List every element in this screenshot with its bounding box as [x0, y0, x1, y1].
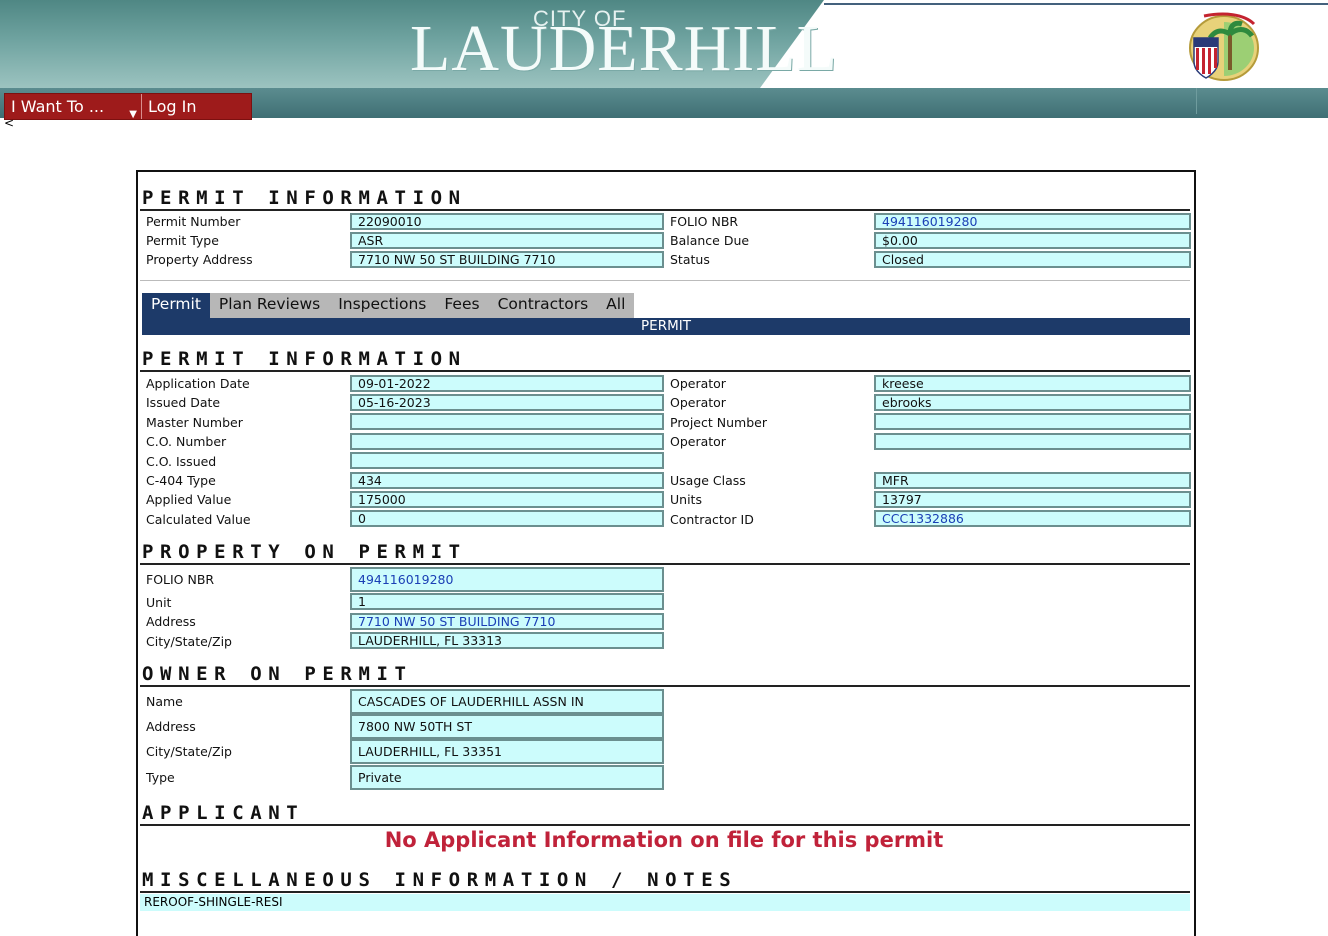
- detail-title: PERMIT INFORMATION: [142, 348, 467, 370]
- tab-contractors[interactable]: Contractors: [488, 293, 598, 318]
- operator-label: Operator: [670, 395, 726, 410]
- tab-inspections[interactable]: Inspections: [329, 293, 436, 318]
- menu-bar-divider: [1196, 88, 1197, 114]
- i-want-to-menu[interactable]: I Want To ... ▼: [5, 94, 142, 120]
- caret-down-icon: ▼: [129, 109, 137, 120]
- usage-class-value: MFR: [874, 472, 1191, 489]
- co-number-value: [350, 433, 664, 450]
- permit-type-value: ASR: [350, 232, 664, 249]
- permit-info-title: PERMIT INFORMATION: [142, 187, 467, 209]
- property-address-link[interactable]: 7710 NW 50 ST BUILDING 7710: [350, 613, 664, 630]
- divider: [140, 280, 1190, 281]
- permit-panel: PERMIT INFORMATION Permit Number 2209001…: [136, 170, 1196, 936]
- c404-type-label: C-404 Type: [146, 473, 216, 488]
- misc-title: MISCELLANEOUS INFORMATION / NOTES: [142, 869, 738, 891]
- owner-address-value: 7800 NW 50TH ST: [350, 714, 664, 739]
- issued-date-label: Issued Date: [146, 395, 221, 410]
- project-number-label: Project Number: [670, 415, 767, 430]
- owner-title: OWNER ON PERMIT: [142, 663, 413, 685]
- units-label: Units: [670, 492, 702, 507]
- operator-value: ebrooks: [874, 394, 1191, 411]
- applied-value-value: 175000: [350, 491, 664, 508]
- property-address-label: Property Address: [146, 252, 253, 267]
- property-address-value: 7710 NW 50 ST BUILDING 7710: [350, 251, 664, 268]
- calculated-value-value: 0: [350, 510, 664, 527]
- usage-class-label: Usage Class: [670, 473, 746, 488]
- property-title: PROPERTY ON PERMIT: [142, 541, 467, 563]
- status-label: Status: [670, 252, 710, 267]
- owner-name-value: CASCADES OF LAUDERHILL ASSN IN: [350, 689, 664, 714]
- applied-value-label: Applied Value: [146, 492, 232, 507]
- section-rule: [140, 370, 1190, 372]
- logo-lauderhill[interactable]: LAUDERHILL: [410, 14, 838, 84]
- section-rule: [140, 824, 1190, 826]
- property-folio-link[interactable]: 494116019280: [350, 567, 664, 592]
- application-date-value: 09-01-2022: [350, 375, 664, 392]
- applicant-title: APPLICANT: [142, 802, 305, 824]
- co-issued-value: [350, 452, 664, 469]
- master-number-value: [350, 413, 664, 430]
- operator-value: [874, 433, 1191, 450]
- operator-label: Operator: [670, 376, 726, 391]
- permit-tabs: Permit Plan Reviews Inspections Fees Con…: [142, 293, 635, 318]
- property-address-label: Address: [146, 614, 196, 629]
- tab-all[interactable]: All: [597, 293, 635, 318]
- section-rule: [140, 209, 1190, 211]
- owner-type-label: Type: [146, 770, 175, 785]
- no-applicant-message: No Applicant Information on file for thi…: [384, 828, 944, 852]
- project-number-value: [874, 413, 1191, 430]
- city-seal-icon: [1189, 12, 1259, 81]
- section-rule: [140, 685, 1190, 687]
- permit-type-label: Permit Type: [146, 233, 219, 248]
- contractor-id-label: Contractor ID: [670, 512, 754, 527]
- i-want-to-label: I Want To ...: [11, 97, 105, 116]
- balance-due-value: $0.00: [874, 232, 1191, 249]
- permit-number-label: Permit Number: [146, 214, 241, 229]
- tab-plan-reviews[interactable]: Plan Reviews: [209, 293, 330, 318]
- site-header: CITY OF LAUDERHILL: [0, 0, 1328, 88]
- issued-date-value: 05-16-2023: [350, 394, 664, 411]
- owner-address-label: Address: [146, 719, 196, 734]
- master-number-label: Master Number: [146, 415, 243, 430]
- header-top-line: [824, 3, 1328, 5]
- folio-nbr-label: FOLIO NBR: [670, 214, 739, 229]
- calculated-value-label: Calculated Value: [146, 512, 251, 527]
- permit-number-value: 22090010: [350, 213, 664, 230]
- property-city-value: LAUDERHILL, FL 33313: [350, 632, 664, 649]
- co-issued-label: C.O. Issued: [146, 454, 217, 469]
- log-in-link[interactable]: Log In: [142, 94, 203, 119]
- tab-fees[interactable]: Fees: [435, 293, 489, 318]
- owner-city-value: LAUDERHILL, FL 33351: [350, 739, 664, 764]
- permit-tab-heading: PERMIT: [142, 318, 1190, 335]
- unit-value: 1: [350, 593, 664, 610]
- folio-nbr-link[interactable]: 494116019280: [874, 213, 1191, 230]
- owner-type-value: Private: [350, 765, 664, 790]
- c404-type-value: 434: [350, 472, 664, 489]
- operator-value: kreese: [874, 375, 1191, 392]
- misc-notes-value: REROOF-SHINGLE-RESI: [140, 894, 1190, 911]
- contractor-id-link[interactable]: CCC1332886: [874, 510, 1191, 527]
- back-chevron-icon[interactable]: <: [4, 116, 14, 130]
- menu-buttons: I Want To ... ▼ Log In: [4, 93, 252, 120]
- co-number-label: C.O. Number: [146, 434, 227, 449]
- units-value: 13797: [874, 491, 1191, 508]
- property-folio-label: FOLIO NBR: [146, 572, 215, 587]
- section-rule: [140, 891, 1190, 893]
- tab-permit[interactable]: Permit: [142, 293, 210, 318]
- operator-label: Operator: [670, 434, 726, 449]
- property-city-label: City/State/Zip: [146, 634, 232, 649]
- section-rule: [140, 563, 1190, 565]
- application-date-label: Application Date: [146, 376, 250, 391]
- owner-city-label: City/State/Zip: [146, 744, 232, 759]
- unit-label: Unit: [146, 595, 172, 610]
- balance-due-label: Balance Due: [670, 233, 750, 248]
- owner-name-label: Name: [146, 694, 183, 709]
- status-value: Closed: [874, 251, 1191, 268]
